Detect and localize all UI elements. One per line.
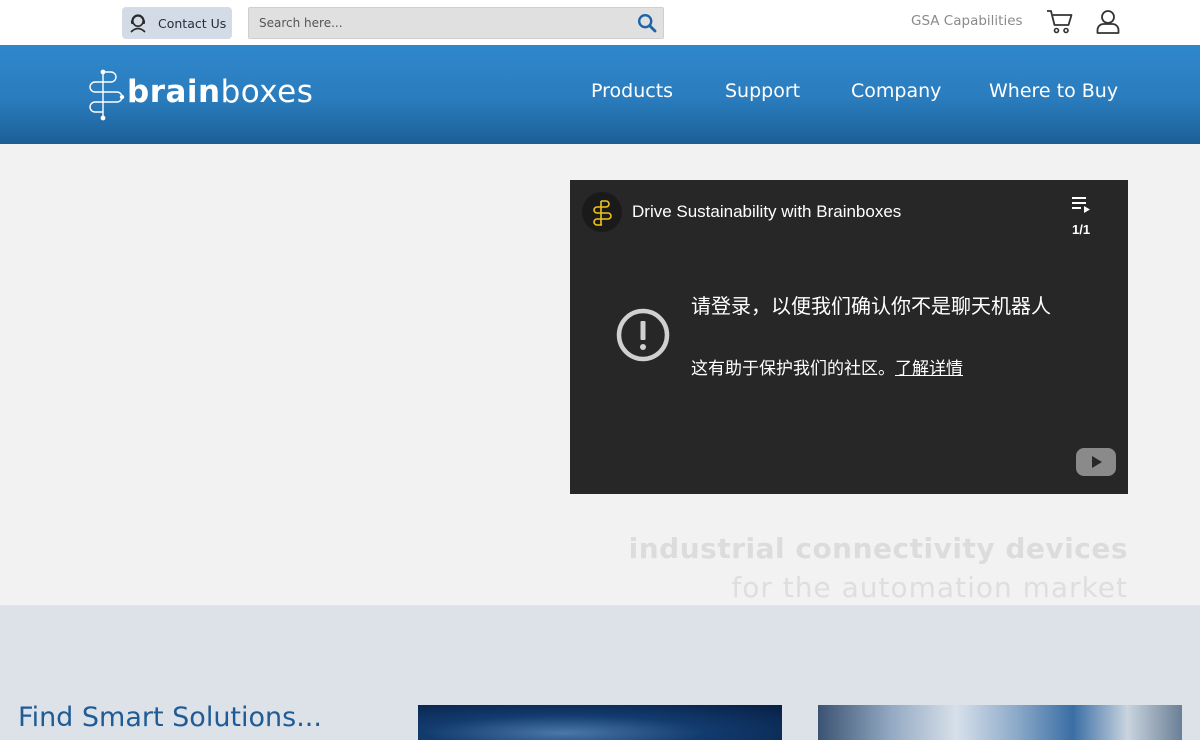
top-utility-bar: Contact Us GSA Capabilities [0,0,1200,45]
hero-section: Drive Sustainability with Brainboxes 1/1… [0,144,1200,605]
youtube-logo-icon[interactable] [1075,447,1117,477]
playlist-count: 1/1 [1072,222,1091,237]
brainboxes-logo[interactable]: brainboxes [83,67,313,123]
nav-company[interactable]: Company [851,80,941,102]
signin-message-title: 请登录，以便我们确认你不是聊天机器人 [691,294,1051,318]
gsa-capabilities-link[interactable]: GSA Capabilities [911,13,1023,29]
contact-us-label: Contact Us [158,15,227,31]
search-input[interactable] [249,8,629,38]
signin-message-text: 这有助于保护我们的社区。 [691,359,895,379]
logo-wordmark: brainboxes [127,74,313,110]
hero-tagline-line2: for the automation market [731,571,1128,604]
nav-products[interactable]: Products [591,80,673,102]
youtube-embed[interactable]: Drive Sustainability with Brainboxes 1/1… [570,180,1128,494]
nav-support[interactable]: Support [725,80,800,102]
hero-tagline-line1: industrial connectivity devices [628,532,1128,565]
nav-where-to-buy[interactable]: Where to Buy [989,80,1118,102]
channel-avatar[interactable] [582,192,622,232]
contact-icon [128,13,148,33]
cart-icon[interactable] [1046,9,1074,35]
logo-wordmark-brain: brain [127,74,221,110]
brainboxes-channel-icon [593,200,612,226]
video-title[interactable]: Drive Sustainability with Brainboxes [632,202,901,222]
logo-wordmark-boxes: boxes [220,74,314,110]
playlist-icon[interactable] [1070,194,1094,216]
solution-card-1-image[interactable] [418,705,782,740]
signin-message-body: 这有助于保护我们的社区。了解详情 [691,354,963,379]
solution-card-2-image[interactable] [818,705,1182,740]
contact-us-button[interactable]: Contact Us [122,7,232,39]
brainboxes-logo-mark-icon [89,69,125,121]
solutions-heading: Find Smart Solutions... [18,702,322,733]
learn-more-link[interactable]: 了解详情 [895,359,963,379]
search-box [248,7,664,39]
alert-icon [616,308,670,362]
user-account-icon[interactable] [1096,9,1120,35]
solutions-section: Find Smart Solutions... [0,605,1200,740]
main-header: brainboxes Products Support Company Wher… [0,45,1200,144]
search-icon[interactable] [637,13,657,33]
